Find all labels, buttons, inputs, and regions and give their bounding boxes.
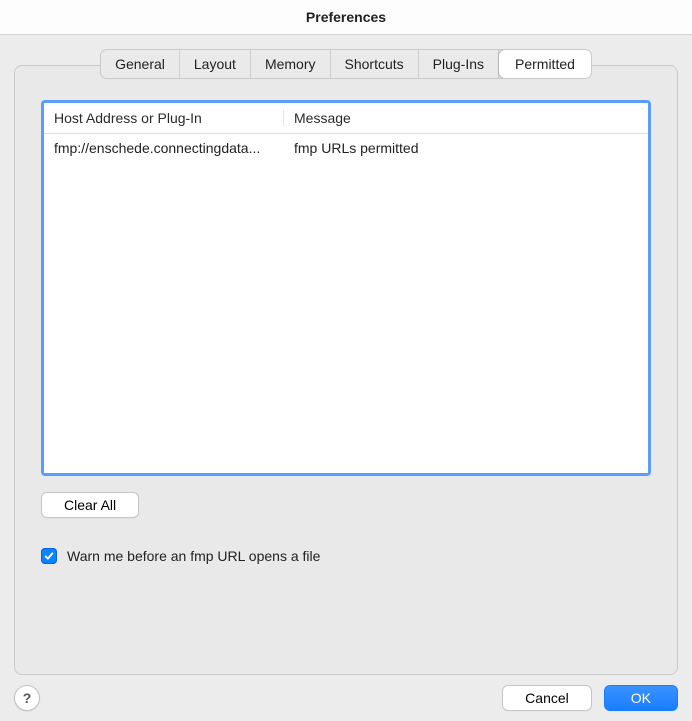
tab-shortcuts-label: Shortcuts — [345, 56, 404, 72]
table-header-row: Host Address or Plug-In Message — [44, 103, 648, 134]
clear-all-label: Clear All — [64, 497, 116, 513]
cell-message: fmp URLs permitted — [284, 140, 648, 156]
warn-checkbox-label: Warn me before an fmp URL opens a file — [67, 548, 320, 564]
tab-shortcuts[interactable]: Shortcuts — [331, 50, 419, 78]
clear-all-button[interactable]: Clear All — [41, 492, 139, 518]
tab-general[interactable]: General — [101, 50, 180, 78]
check-icon — [43, 550, 55, 562]
tab-layout-label: Layout — [194, 56, 236, 72]
table-body[interactable]: fmp://enschede.connectingdata... fmp URL… — [44, 134, 648, 474]
help-button[interactable]: ? — [14, 685, 40, 711]
table-row[interactable]: fmp://enschede.connectingdata... fmp URL… — [44, 134, 648, 162]
col-header-host[interactable]: Host Address or Plug-In — [44, 110, 284, 126]
tab-plugins-label: Plug-Ins — [433, 56, 484, 72]
tab-general-label: General — [115, 56, 165, 72]
col-header-message[interactable]: Message — [284, 110, 648, 126]
window-title: Preferences — [0, 0, 692, 35]
tab-memory[interactable]: Memory — [251, 50, 331, 78]
tab-permitted-label: Permitted — [515, 56, 575, 72]
ok-button[interactable]: OK — [604, 685, 678, 711]
tab-permitted[interactable]: Permitted — [498, 49, 592, 79]
ok-button-label: OK — [631, 690, 651, 706]
warn-checkbox-row[interactable]: Warn me before an fmp URL opens a file — [41, 548, 651, 564]
cell-host: fmp://enschede.connectingdata... — [44, 140, 284, 156]
cancel-button-label: Cancel — [525, 690, 569, 706]
warn-checkbox[interactable] — [41, 548, 57, 564]
tabs-bar: General Layout Memory Shortcuts Plug-Ins… — [100, 49, 592, 79]
permitted-table[interactable]: Host Address or Plug-In Message fmp://en… — [41, 100, 651, 476]
content-area: General Layout Memory Shortcuts Plug-Ins… — [0, 35, 692, 721]
tab-plugins[interactable]: Plug-Ins — [419, 50, 499, 78]
permitted-panel: Host Address or Plug-In Message fmp://en… — [14, 65, 678, 675]
cancel-button[interactable]: Cancel — [502, 685, 592, 711]
tab-memory-label: Memory — [265, 56, 316, 72]
tab-layout[interactable]: Layout — [180, 50, 251, 78]
footer: ? Cancel OK — [0, 685, 692, 711]
window-title-text: Preferences — [306, 9, 386, 25]
help-icon: ? — [23, 690, 32, 706]
